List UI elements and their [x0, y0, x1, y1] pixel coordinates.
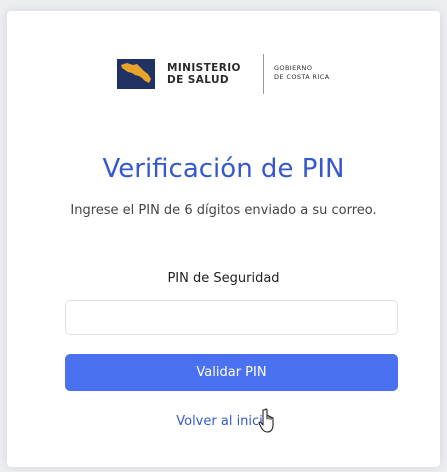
page-title: Verificación de PIN — [102, 154, 345, 184]
pin-verification-card: MINISTERIO DE SALUD GOBIERNO DE COSTA RI… — [7, 11, 440, 467]
instructions-text: Ingrese el PIN de 6 dígitos enviado a su… — [70, 203, 377, 218]
pin-input[interactable] — [65, 300, 398, 335]
hand-pointer-icon — [258, 408, 280, 434]
gobierno-text: GOBIERNO DE COSTA RICA — [274, 64, 330, 81]
costa-rica-map-icon — [117, 59, 155, 89]
ministerio-salud-logo: MINISTERIO DE SALUD GOBIERNO DE COSTA RI… — [117, 54, 357, 104]
validate-pin-button[interactable]: Validar PIN — [65, 354, 398, 391]
back-to-home-link[interactable]: Volver al inicio — [7, 412, 440, 432]
pin-label: PIN de Seguridad — [167, 271, 280, 286]
logo-divider — [263, 54, 264, 94]
ministerio-text: MINISTERIO DE SALUD — [167, 62, 241, 86]
